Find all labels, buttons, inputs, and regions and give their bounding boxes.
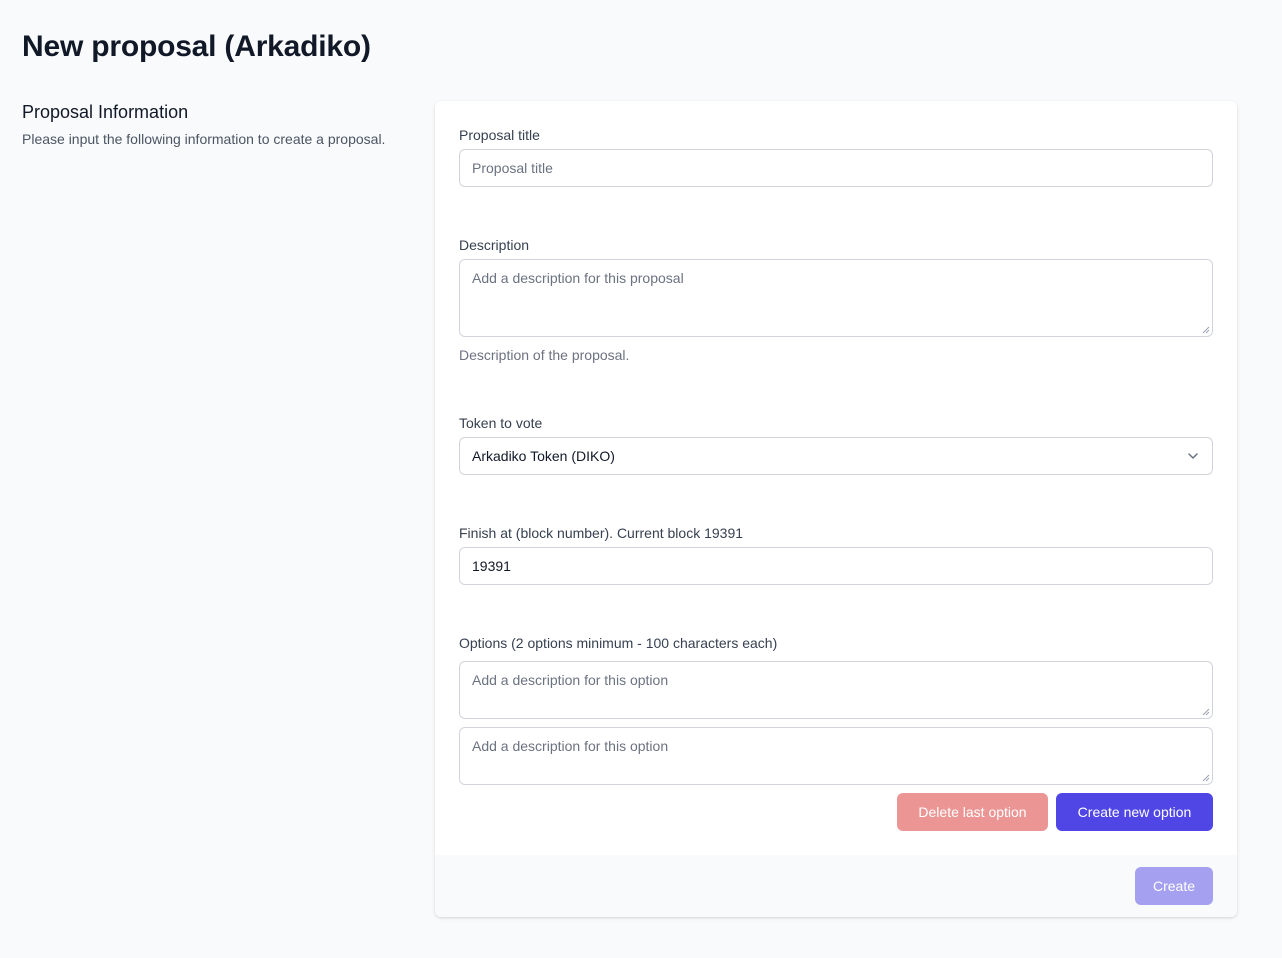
resize-grip-icon[interactable] [1202,326,1210,334]
option-textarea-1[interactable]: Add a description for this option [459,661,1213,719]
option-placeholder: Add a description for this option [472,738,669,754]
section-description: Please input the following information t… [22,131,386,147]
options-field: Options (2 options minimum - 100 charact… [459,635,1213,785]
delete-last-option-button[interactable]: Delete last option [897,793,1048,831]
resize-grip-icon[interactable] [1202,708,1210,716]
form-footer: Create [435,855,1237,917]
description-placeholder: Add a description for this proposal [472,270,684,286]
token-field: Token to vote Arkadiko Token (DIKO) [459,415,1213,475]
description-label: Description [459,237,530,253]
finish-field: Finish at (block number). Current block … [459,525,1213,585]
token-select[interactable]: Arkadiko Token (DIKO) [459,437,1213,475]
description-field: Description Add a description for this p… [459,237,1213,363]
token-selected-value: Arkadiko Token (DIKO) [472,448,615,464]
section-info: Proposal Information Please input the fo… [22,102,422,147]
resize-grip-icon[interactable] [1202,774,1210,782]
token-label: Token to vote [459,415,543,431]
title-label: Proposal title [459,127,540,143]
description-help-text: Description of the proposal. [459,347,630,363]
create-new-option-button[interactable]: Create new option [1056,793,1213,831]
option-placeholder: Add a description for this option [472,672,669,688]
page-title: New proposal (Arkadiko) [22,30,371,63]
title-field: Proposal title Proposal title [459,127,1213,187]
options-label: Options (2 options minimum - 100 charact… [459,635,778,651]
option-textarea-2[interactable]: Add a description for this option [459,727,1213,785]
proposal-title-input[interactable]: Proposal title [459,149,1213,187]
finish-label: Finish at (block number). Current block … [459,525,744,541]
proposal-form-card: Proposal title Proposal title Descriptio… [435,101,1237,917]
chevron-down-icon [1188,453,1198,459]
section-heading: Proposal Information [22,102,189,122]
create-button[interactable]: Create [1135,867,1213,905]
finish-block-input[interactable]: 19391 [459,547,1213,585]
description-textarea[interactable]: Add a description for this proposal [459,259,1213,337]
